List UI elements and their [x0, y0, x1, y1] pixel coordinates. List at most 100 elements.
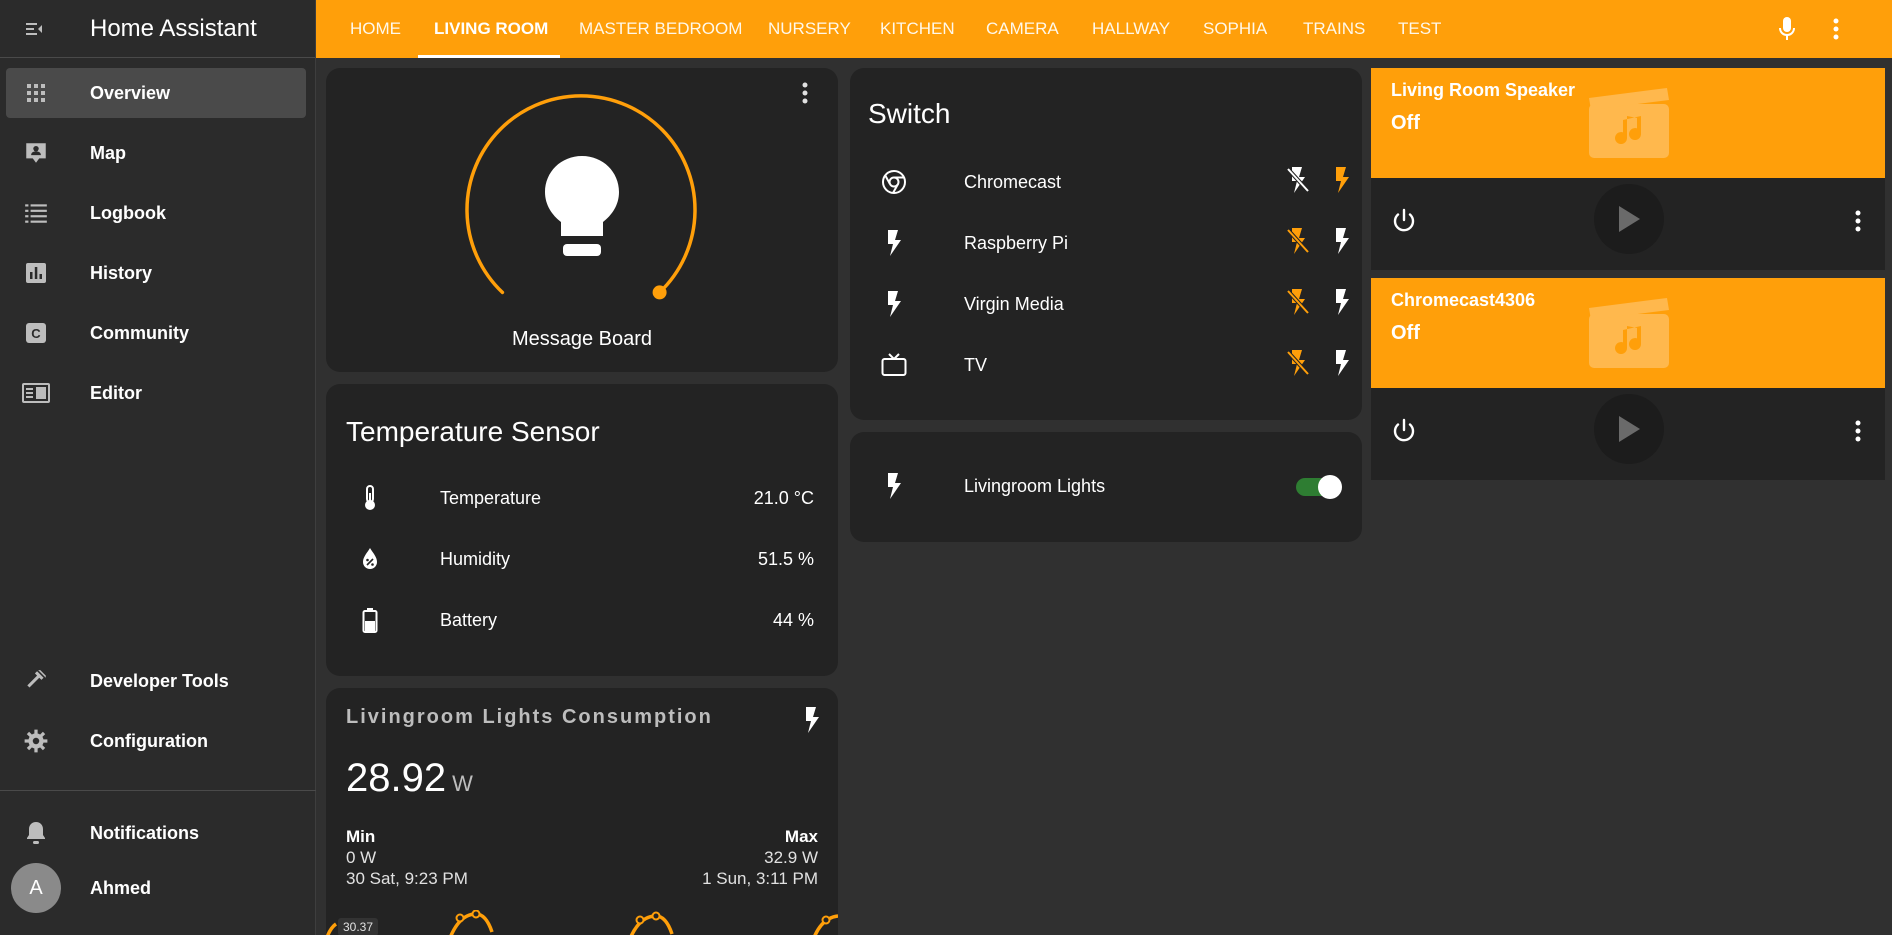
play-button[interactable]	[1594, 184, 1664, 254]
light-more-button[interactable]	[802, 82, 808, 109]
lights-toggle[interactable]	[1296, 474, 1344, 499]
tab-nursery[interactable]: NURSERY	[768, 0, 851, 58]
power-icon	[1393, 418, 1415, 442]
menu-collapse-button[interactable]	[0, 0, 70, 58]
tab-label: KITCHEN	[880, 19, 955, 38]
media-name: Living Room Speaker	[1391, 80, 1576, 100]
flash-icon	[874, 229, 914, 257]
tab-trains[interactable]: TRAINS	[1303, 0, 1365, 58]
power-icon	[1393, 208, 1415, 232]
lightbulb-icon	[545, 156, 619, 256]
entity-row-battery[interactable]: Battery 44 %	[350, 600, 814, 640]
entity-name: Humidity	[440, 548, 511, 569]
sidebar-item-label: Community	[90, 322, 189, 343]
dots-vertical-icon	[1855, 210, 1861, 232]
tab-label: SOPHIA	[1203, 19, 1268, 38]
turn-off-button[interactable]	[1286, 227, 1310, 260]
user-name: Ahmed	[90, 877, 152, 898]
entity-value: 51.5 %	[757, 548, 814, 569]
entity-name: Battery	[440, 609, 498, 630]
sidebar-item-map[interactable]: Map	[6, 128, 306, 178]
max-label: Max	[784, 827, 818, 846]
switch-row-chromecast: Chromecast	[874, 162, 1349, 202]
sidebar-item-label: Editor	[90, 382, 142, 403]
turn-on-button[interactable]	[1332, 349, 1352, 382]
entity-name: TV	[964, 354, 988, 375]
avatar: A	[11, 863, 61, 913]
sidebar-item-label: Overview	[90, 82, 171, 103]
tab-test[interactable]: TEST	[1398, 0, 1441, 58]
sidebar-item-overview[interactable]: Overview	[6, 68, 306, 118]
tab-label: LIVING ROOM	[434, 19, 549, 38]
sidebar-item-logbook[interactable]: Logbook	[6, 188, 306, 238]
tab-camera[interactable]: CAMERA	[986, 0, 1059, 58]
sidebar-item-label: History	[90, 262, 153, 283]
turn-off-button[interactable]	[1286, 288, 1310, 321]
list-icon	[6, 200, 66, 226]
power-button[interactable]	[1391, 418, 1417, 449]
tab-label: MASTER BEDROOM	[579, 19, 743, 38]
flash-off-icon	[1286, 349, 1310, 376]
flash-off-icon	[1286, 288, 1310, 315]
sidebar-item-history[interactable]: History	[6, 248, 306, 298]
entity-row-temperature[interactable]: Temperature 21.0 °C	[350, 478, 814, 518]
sidebar-item-community[interactable]: C Community	[6, 308, 306, 358]
sidebar-item-label: Map	[90, 142, 126, 163]
toolbar-more-button[interactable]	[1821, 14, 1851, 44]
min-value: 0 W	[346, 848, 377, 867]
svg-text:C: C	[31, 326, 41, 341]
thermometer-icon	[350, 485, 390, 511]
tab-hallway[interactable]: HALLWAY	[1092, 0, 1170, 58]
sidebar-item-user[interactable]: A Ahmed	[6, 863, 306, 913]
entity-row-livingroom-lights: Livingroom Lights	[874, 466, 1344, 506]
tv-icon	[874, 353, 914, 377]
card-title: Livingroom Lights Consumption	[346, 706, 713, 728]
voice-button[interactable]	[1772, 14, 1802, 44]
media-more-button[interactable]	[1855, 210, 1861, 237]
dots-vertical-icon	[1833, 18, 1839, 40]
active-tab-indicator	[418, 55, 560, 58]
sidebar: Home Assistant Overview Map Logbook Hist…	[0, 0, 316, 935]
tab-kitchen[interactable]: KITCHEN	[880, 0, 955, 58]
turn-on-button[interactable]	[1332, 288, 1352, 321]
media-state: Off	[1391, 322, 1420, 344]
chrome-icon	[874, 169, 914, 195]
tab-home[interactable]: HOME	[350, 0, 401, 58]
flash-icon	[1336, 288, 1349, 315]
music-video-icon	[1589, 298, 1669, 373]
tab-sophia[interactable]: SOPHIA	[1203, 0, 1267, 58]
play-button[interactable]	[1594, 394, 1664, 464]
play-icon	[1619, 416, 1640, 442]
water-percent-icon	[350, 547, 390, 571]
sidebar-item-configuration[interactable]: Configuration	[6, 716, 306, 766]
turn-off-button[interactable]	[1286, 166, 1310, 199]
light-name: Message Board	[511, 328, 653, 350]
entity-row-humidity[interactable]: Humidity 51.5 %	[350, 539, 814, 579]
lights-entity-card: Livingroom Lights	[850, 432, 1362, 542]
turn-off-button[interactable]	[1286, 349, 1310, 382]
sidebar-item-notifications[interactable]: Notifications	[6, 808, 306, 858]
tab-label: HOME	[350, 19, 401, 38]
power-button[interactable]	[1391, 208, 1417, 239]
turn-on-button[interactable]	[1332, 227, 1352, 260]
sidebar-item-label: Developer Tools	[90, 670, 229, 691]
flash-icon	[1336, 349, 1349, 376]
consumption-graph	[326, 910, 838, 935]
entity-name: Chromecast	[964, 171, 1062, 192]
menu-open-icon	[26, 22, 42, 35]
max-value: 32.9 W	[764, 848, 818, 867]
card-title: Temperature Sensor	[346, 416, 600, 447]
battery-icon	[350, 607, 390, 633]
tab-living-room[interactable]: LIVING ROOM	[434, 0, 548, 58]
switch-row-tv: TV	[874, 345, 1349, 385]
tab-master-bedroom[interactable]: MASTER BEDROOM	[579, 0, 742, 58]
switch-card: Switch Chromecast Raspberry Pi Virgin Me…	[850, 68, 1362, 420]
lightbulb-toggle[interactable]	[543, 154, 621, 271]
media-more-button[interactable]	[1855, 420, 1861, 447]
sidebar-item-developer-tools[interactable]: Developer Tools	[6, 656, 306, 706]
flash-off-icon	[1286, 166, 1310, 193]
turn-on-button[interactable]	[1332, 166, 1352, 199]
sidebar-item-editor[interactable]: Editor	[6, 368, 306, 418]
consumption-state: 28.92 W	[346, 756, 473, 801]
dots-vertical-icon	[802, 82, 808, 104]
